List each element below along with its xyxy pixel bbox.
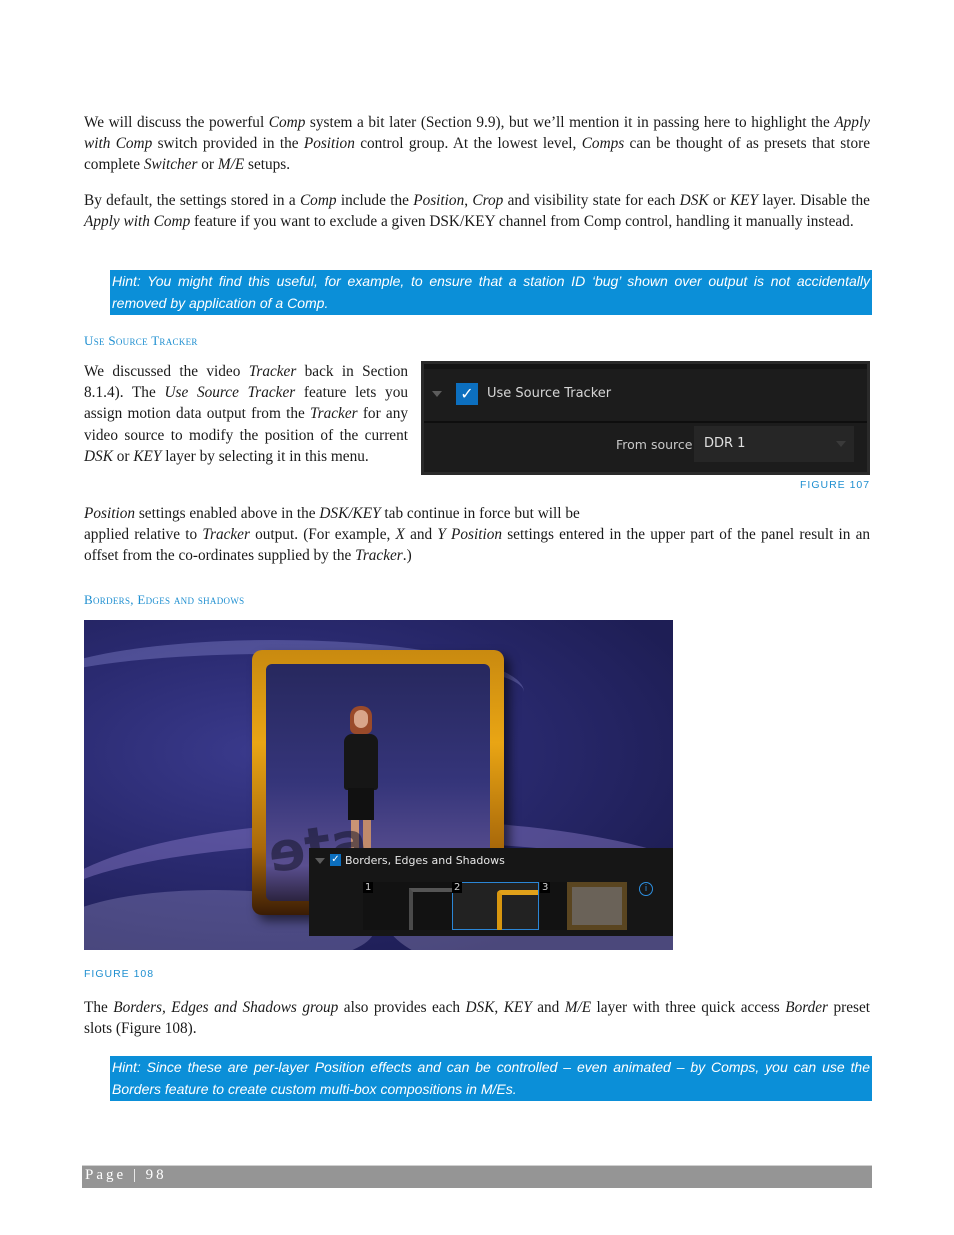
emphasis-text: KEY <box>503 999 532 1016</box>
paragraph-tracker-intro: We discussed the video Tracker back in S… <box>84 361 408 467</box>
hint-box-station-id: Hint: You might find this useful, for ex… <box>110 270 872 315</box>
from-source-label: From source <box>616 437 693 452</box>
page-number: Page | 98 <box>85 1167 167 1183</box>
border-preview-ornate <box>567 882 627 930</box>
hint-box-borders-compositions: Hint: Since these are per-layer Position… <box>110 1056 872 1101</box>
text-run: layer. Disable the <box>758 192 870 209</box>
emphasis-text: Borders, Edges and Shadows group <box>113 999 339 1016</box>
from-source-value: DDR 1 <box>704 436 746 451</box>
info-icon[interactable]: i <box>639 882 653 896</box>
emphasis-text: KEY <box>729 192 759 209</box>
borders-edges-shadows-panel: ✓ Borders, Edges and Shadows 1 2 3 i <box>309 848 673 936</box>
emphasis-text: DSK <box>465 999 495 1016</box>
presenter-face <box>354 710 368 728</box>
text-run: , <box>494 999 504 1016</box>
text-run: or <box>708 192 730 209</box>
text-run: By default, the settings stored in a <box>84 192 300 209</box>
emphasis-text: Tracker <box>310 405 358 423</box>
text-run: .) <box>402 547 412 565</box>
text-run: We discussed the video <box>84 363 249 380</box>
borders-panel-title: Borders, Edges and Shadows <box>345 854 505 867</box>
emphasis-text: Comp <box>268 114 306 131</box>
text-run: setups. <box>244 156 291 174</box>
emphasis-text: X <box>395 526 405 543</box>
text-run: switch provided in the <box>152 135 304 153</box>
emphasis-text: Crop <box>472 192 504 209</box>
use-source-tracker-label: Use Source Tracker <box>487 386 612 401</box>
text-run: We will discuss the powerful <box>84 114 269 131</box>
collapse-triangle-icon[interactable] <box>315 858 325 864</box>
text-run: or <box>112 447 134 465</box>
emphasis-text: M/E <box>564 999 592 1016</box>
slot-number: 3 <box>540 882 551 893</box>
text-run: control group. At the lowest level, <box>354 135 582 153</box>
presenter-jacket <box>344 734 378 790</box>
emphasis-text: DSK/KEY <box>319 505 381 522</box>
text-run: and <box>404 526 438 543</box>
collapse-triangle-icon[interactable] <box>432 391 442 397</box>
text-run: tab continue in force but will be <box>380 505 580 522</box>
from-source-row: From source DDR 1 <box>424 423 867 472</box>
slot-number: 2 <box>452 882 463 893</box>
paragraph-position-settings: applied relative to Tracker output. (For… <box>84 524 870 566</box>
slot-number: 1 <box>363 882 374 893</box>
text-run: layer by selecting it in this menu. <box>161 447 369 465</box>
text-run: and <box>531 999 565 1016</box>
emphasis-text: M/E <box>217 156 245 174</box>
text-run: include the <box>336 192 414 209</box>
text-run: layer with three quick access <box>591 999 786 1016</box>
chevron-down-icon <box>836 441 846 447</box>
emphasis-text: Tracker <box>355 547 403 565</box>
emphasis-text: DSK <box>679 192 709 209</box>
border-preset-slot-1[interactable]: 1 <box>363 882 452 930</box>
section-heading-use-source-tracker: Use Source Tracker <box>84 333 198 348</box>
border-preview-black <box>409 888 452 930</box>
emphasis-text: Y Position <box>437 526 503 543</box>
emphasis-text: DSK <box>84 447 113 465</box>
emphasis-text: Border <box>785 999 828 1016</box>
borders-checkbox[interactable]: ✓ <box>330 854 341 866</box>
emphasis-text: Position <box>413 192 465 209</box>
text-run: system a bit later (Section 9.9), but we… <box>305 114 835 131</box>
section-heading-borders: Borders, Edges and shadows <box>84 592 245 607</box>
text-run: or <box>197 156 218 174</box>
border-preview-gold <box>497 890 538 930</box>
figure-108-caption: FIGURE 108 <box>84 968 155 980</box>
text-run: feature if you want to exclude a given D… <box>190 213 854 231</box>
paragraph-comp-defaults: By default, the settings stored in a Com… <box>84 190 870 232</box>
border-preset-slot-2[interactable]: 2 <box>452 882 539 930</box>
figure-108-borders-screenshot: ɘta ✓ Borders, Edges and Shadows 1 2 3 i <box>84 620 673 950</box>
emphasis-text: Comps <box>581 135 625 153</box>
emphasis-text: KEY <box>133 447 162 465</box>
paragraph-borders-presets: The Borders, Edges and Shadows group als… <box>84 997 870 1039</box>
paragraph-comp-intro: We will discuss the powerful Comp system… <box>84 112 870 176</box>
use-source-tracker-row: ✓ Use Source Tracker <box>424 369 867 423</box>
page-footer-bar: Page | 98 <box>82 1165 872 1188</box>
emphasis-text: Use Source Tracker <box>164 384 296 402</box>
from-source-dropdown[interactable]: DDR 1 <box>694 426 854 462</box>
emphasis-text: Comp <box>299 192 337 209</box>
text-run: applied relative to <box>84 526 203 543</box>
text-run: The <box>84 999 114 1016</box>
use-source-tracker-checkbox[interactable]: ✓ <box>456 383 478 405</box>
text-run: settings enabled above in the <box>135 505 320 522</box>
emphasis-text: Position <box>84 505 135 522</box>
emphasis-text: Switcher <box>143 156 198 174</box>
paragraph-position-settings-line1: Position settings enabled above in the D… <box>84 503 870 524</box>
border-preset-slot-3[interactable]: 3 <box>540 882 627 930</box>
text-run: also provides each <box>338 999 466 1016</box>
emphasis-text: Tracker <box>202 526 250 543</box>
text-run: and visibility state for each <box>503 192 680 209</box>
emphasis-text: Tracker <box>248 363 297 380</box>
emphasis-text: Apply with Comp <box>84 213 191 231</box>
emphasis-text: Position <box>303 135 355 153</box>
figure-107-caption: FIGURE 107 <box>800 479 871 491</box>
figure-107-use-source-tracker-panel: ✓ Use Source Tracker From source DDR 1 <box>421 361 870 475</box>
text-run: output. (For example, <box>249 526 396 543</box>
